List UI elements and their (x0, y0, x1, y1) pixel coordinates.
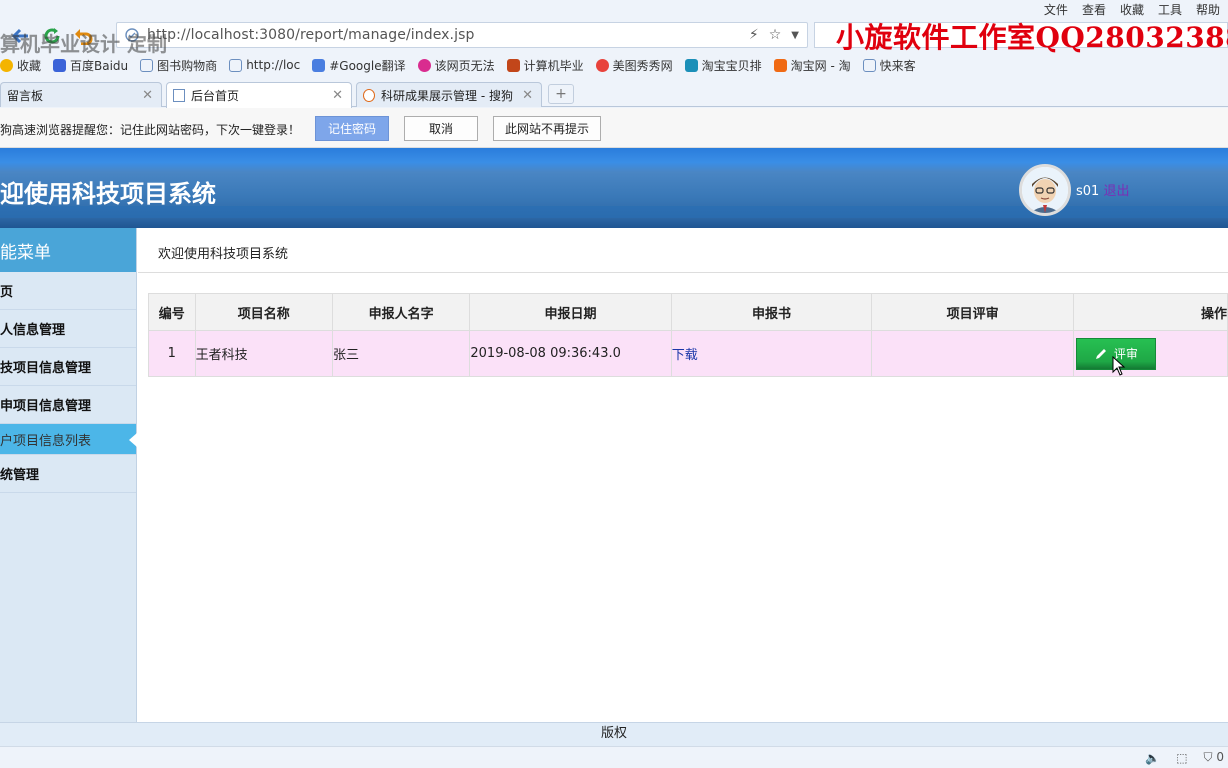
sidebar-item-system-management[interactable]: 统管理 (0, 455, 136, 493)
avatar[interactable] (1019, 164, 1071, 216)
menu-view[interactable]: 查看 (1082, 1, 1106, 18)
main-content: 欢迎使用科技项目系统 编号 项目名称 申报人名字 申报日期 申报书 项目评审 操… (138, 228, 1228, 722)
sidebar-item-personal-info[interactable]: 人信息管理 (0, 310, 136, 348)
error-icon (417, 58, 431, 72)
close-icon[interactable]: ✕ (522, 88, 533, 103)
tab-guestbook[interactable]: 留言板 ✕ (0, 82, 162, 107)
cell-date: 2019-08-08 09:36:43.0 (469, 330, 672, 377)
bookmark-favorites[interactable]: 收藏 (0, 57, 41, 74)
close-icon[interactable]: ✕ (142, 88, 153, 103)
sidebar-item-user-project-list[interactable]: 户项目信息列表 (0, 424, 137, 455)
welcome-text: 欢迎使用科技项目系统 (158, 247, 289, 262)
tab-strip: 留言板 ✕ 后台首页 ✕ 科研成果展示管理 - 搜狗 ✕ + (0, 82, 1228, 108)
cell-action: 评审 (1072, 330, 1228, 377)
sidebar: 能菜单 页 人信息管理 技项目信息管理 申项目信息管理 户项目信息列表 统管理 (0, 228, 137, 722)
new-tab-button[interactable]: + (548, 84, 574, 104)
menu-favorites[interactable]: 收藏 (1120, 1, 1144, 18)
bookmark-taobao[interactable]: 淘宝网 - 淘 (773, 57, 851, 74)
menu-tools[interactable]: 工具 (1158, 1, 1182, 18)
page-title: 迎使用科技项目系统 (0, 180, 216, 208)
project-table: 编号 项目名称 申报人名字 申报日期 申报书 项目评审 操作 1 王者科技 张三… (148, 293, 1228, 377)
bookmark-page-error[interactable]: 该网页无法 (417, 57, 495, 74)
speaker-icon[interactable]: 🔈 (1145, 751, 1160, 765)
cell-application: 下载 (670, 330, 873, 377)
username: s01 (1076, 184, 1100, 199)
chevron-down-icon[interactable]: ▼ (791, 27, 799, 45)
pencil-icon (1095, 348, 1106, 359)
table-header-row: 编号 项目名称 申报人名字 申报日期 申报书 项目评审 操作 (148, 293, 1228, 331)
cell-review (871, 330, 1074, 377)
browser-statusbar: 🔈 ⬚ ⛉ 0 (0, 746, 1228, 768)
col-header-person: 申报人名字 (331, 293, 471, 331)
password-prompt-message: 狗高速浏览器提醒您：记住此网站密码，下次一键登录！ (0, 123, 301, 137)
taobao-icon (684, 58, 698, 72)
footer: 版权 (0, 722, 1228, 746)
screenshot-icon[interactable]: ⬚ (1176, 751, 1187, 765)
tab-research-results[interactable]: 科研成果展示管理 - 搜狗 ✕ (356, 82, 542, 107)
menu-help[interactable]: 帮助 (1196, 1, 1220, 18)
bookmark-meitu[interactable]: 美图秀秀网 (595, 57, 673, 74)
cancel-button[interactable]: 取消 (404, 116, 478, 141)
watermark-text: 小旋软件工作室QQ28032388 (836, 21, 1228, 54)
bookmark-baidu[interactable]: 百度Baidu (53, 57, 128, 74)
col-header-name: 项目名称 (194, 293, 333, 331)
cell-person: 张三 (331, 330, 471, 377)
page-icon (229, 58, 243, 72)
logout-link[interactable]: 退出 (1103, 184, 1129, 199)
tab-admin-home[interactable]: 后台首页 ✕ (166, 82, 352, 108)
cell-name: 王者科技 (194, 330, 333, 377)
col-header-date: 申报日期 (469, 293, 672, 331)
baidu-icon (53, 58, 67, 72)
translate-icon (312, 58, 326, 72)
sidebar-item-tech-projects[interactable]: 技项目信息管理 (0, 348, 136, 386)
page-icon (140, 58, 154, 72)
close-icon[interactable]: ✕ (332, 88, 343, 103)
page-icon (173, 89, 185, 102)
page-icon (862, 58, 876, 72)
bookmark-icon (506, 58, 520, 72)
watermark-left: 算机毕业设计 定制 (0, 32, 167, 56)
sidebar-item-home[interactable]: 页 (0, 272, 136, 310)
bookmark-kuailaike[interactable]: 快来客 (862, 57, 916, 74)
page-header: 迎使用科技项目系统 s01 退出 (0, 148, 1228, 228)
password-prompt-bar: 狗高速浏览器提醒您：记住此网站密码，下次一键登录！ 记住密码 取消 此网站不再提… (0, 108, 1228, 148)
bookmark-localhost[interactable]: http://loc (229, 58, 300, 72)
star-icon (0, 58, 13, 72)
download-link[interactable]: 下载 (672, 348, 698, 363)
address-url: http://localhost:3080/report/manage/inde… (147, 27, 475, 43)
never-prompt-button[interactable]: 此网站不再提示 (493, 116, 601, 141)
copyright-text: 版权 (600, 726, 627, 741)
bookmark-taobao-rank[interactable]: 淘宝宝贝排 (684, 57, 762, 74)
sidebar-item-applied-projects[interactable]: 申项目信息管理 (0, 386, 136, 424)
sidebar-title: 能菜单 (0, 228, 136, 272)
col-header-action: 操作 (1072, 293, 1228, 331)
bookmark-books[interactable]: 图书购物商 (140, 57, 217, 74)
meitu-icon (595, 58, 609, 72)
address-bar[interactable]: http://localhost:3080/report/manage/inde… (116, 22, 808, 48)
shield-icon[interactable]: ⛉ 0 (1204, 750, 1224, 765)
user-avatar-icon (1022, 167, 1068, 213)
col-header-id: 编号 (148, 293, 196, 331)
star-icon[interactable]: ☆ (769, 27, 782, 45)
col-header-application: 申报书 (670, 293, 873, 331)
col-header-review: 项目评审 (871, 293, 1074, 331)
remember-password-button[interactable]: 记住密码 (315, 116, 389, 141)
sogou-icon (363, 88, 375, 102)
user-info: s01 退出 (1076, 180, 1129, 199)
bookmark-google-translate[interactable]: #Google翻译 (312, 57, 406, 74)
taobao-icon (773, 58, 787, 72)
cell-id: 1 (148, 330, 196, 377)
divider (138, 272, 1228, 273)
menu-file[interactable]: 文件 (1044, 1, 1068, 18)
lightning-icon[interactable]: ⚡ (749, 27, 759, 45)
bookmarks-bar: 收藏 百度Baidu 图书购物商 http://loc #Google翻译 该网… (0, 54, 1228, 76)
bookmark-cs-graduation[interactable]: 计算机毕业 (506, 57, 584, 74)
table-row: 1 王者科技 张三 2019-08-08 09:36:43.0 下载 评审 (148, 330, 1228, 377)
mouse-cursor-icon (1112, 355, 1126, 380)
